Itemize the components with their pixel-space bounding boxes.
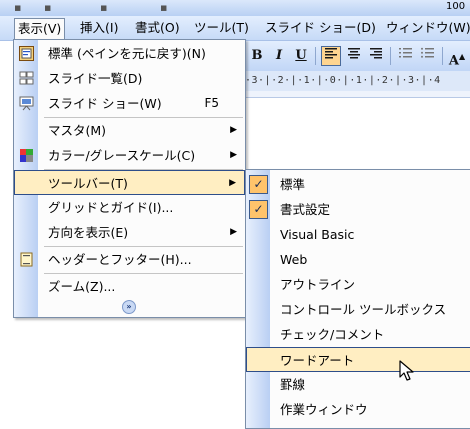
- slide-sorter-icon: [19, 70, 34, 85]
- mouse-pointer-icon: [399, 360, 414, 381]
- increase-font-size-button[interactable]: A▲: [447, 46, 467, 68]
- zoom-box[interactable]: 100: [446, 1, 465, 12]
- submenu-arrow-icon: ▶: [230, 227, 237, 237]
- menu-shortcut: F5: [204, 96, 219, 110]
- menu-item-color-grayscale[interactable]: カラー/グレースケール(C) ▶: [14, 143, 245, 168]
- horizontal-ruler: ·3·|·2·|·1·|·0·|·1·|·2·|·3·|·4: [245, 71, 470, 92]
- menu-tools[interactable]: ツール(T): [190, 19, 253, 37]
- menu-slideshow[interactable]: スライド ショー(D): [261, 19, 380, 37]
- menu-item-master[interactable]: マスタ(M) ▶: [14, 118, 245, 143]
- toolbar-item-control-toolbox[interactable]: コントロール ツールボックス: [246, 297, 470, 322]
- formatting-toolbar: B I U A▲: [245, 41, 470, 71]
- menu-item-header-footer[interactable]: ヘッダーとフッター(H)...: [14, 247, 245, 272]
- menu-item-label: マスタ(M): [48, 123, 107, 138]
- menu-window[interactable]: ウィンドウ(W): [382, 19, 470, 37]
- menu-item-normal[interactable]: 標準 (ペインを元に戻す)(N): [14, 41, 245, 66]
- menu-item-label: ツールバー(T): [48, 176, 128, 191]
- align-right-icon[interactable]: [366, 46, 386, 66]
- toolbar-item-reviewing[interactable]: チェック/コメント: [246, 322, 470, 347]
- menu-item-label: グリッドとガイド(I)...: [48, 200, 174, 215]
- menu-view[interactable]: 表示(V): [14, 18, 66, 40]
- menu-item-label: 作業ウィンドウ: [280, 402, 368, 417]
- checkmark-icon: ✓: [249, 200, 268, 219]
- toolbar-item-outline[interactable]: アウトライン: [246, 272, 470, 297]
- submenu-arrow-icon: ▶: [229, 178, 236, 188]
- toolbars-submenu: ✓ 標準 ✓ 書式設定 Visual Basic Web アウトライン コントロ…: [245, 169, 470, 429]
- checkmark-icon: ✓: [249, 175, 268, 194]
- bold-button[interactable]: B: [247, 46, 267, 66]
- toolbar-item-standard[interactable]: ✓ 標準: [246, 172, 470, 197]
- menu-item-label: カラー/グレースケール(C): [48, 148, 196, 163]
- view-menu: 標準 (ペインを元に戻す)(N) スライド一覧(D) スライド ショー(W) F…: [13, 39, 246, 318]
- expand-menu-chevron-icon[interactable]: »: [122, 300, 136, 314]
- toolbar-item-wordart[interactable]: ワードアート: [246, 347, 470, 372]
- toolbar-icon[interactable]: ▪: [44, 1, 51, 14]
- menu-item-label: Visual Basic: [280, 227, 355, 242]
- menu-item-view-direction[interactable]: 方向を表示(E) ▶: [14, 220, 245, 245]
- standard-toolbar-strip: ▪ ▪ ▪ ▪ 100: [0, 0, 470, 17]
- menu-item-label: 標準 (ペインを元に戻す)(N): [48, 46, 206, 61]
- menu-item-label: 書式設定: [280, 202, 331, 217]
- bullets-icon[interactable]: [418, 46, 438, 66]
- align-left-icon[interactable]: [321, 46, 341, 66]
- menu-item-grid-guides[interactable]: グリッドとガイド(I)...: [14, 195, 245, 220]
- ruler-scale: ·3·|·2·|·1·|·0·|·1·|·2·|·3·|·4: [245, 75, 441, 86]
- menu-item-slide-show[interactable]: スライド ショー(W) F5: [14, 91, 245, 116]
- toolbar-icon[interactable]: ▪: [14, 1, 21, 14]
- menu-item-label: Web: [280, 252, 308, 267]
- toolbar-separator: [390, 47, 391, 65]
- toolbar-icon[interactable]: ▪: [160, 1, 167, 14]
- toolbar-item-formatting[interactable]: ✓ 書式設定: [246, 197, 470, 222]
- ruler-bottom-strip: [245, 91, 470, 98]
- menu-format[interactable]: 書式(O): [131, 19, 184, 37]
- menu-item-label: スライド一覧(D): [48, 71, 143, 86]
- header-footer-icon: [19, 251, 34, 267]
- menu-bar: 表示(V) 挿入(I) 書式(O) ツール(T) スライド ショー(D) ウィン…: [0, 16, 470, 41]
- toolbar-separator: [442, 47, 443, 65]
- toolbar-separator: [315, 47, 316, 65]
- menu-item-zoom[interactable]: ズーム(Z)...: [14, 274, 245, 299]
- toolbar-item-visual-basic[interactable]: Visual Basic: [246, 222, 470, 247]
- toolbar-item-task-pane[interactable]: 作業ウィンドウ: [246, 397, 470, 422]
- toolbar-icon[interactable]: ▪: [100, 1, 107, 14]
- menu-item-label: 方向を表示(E): [48, 225, 129, 240]
- toolbar-item-tables-borders[interactable]: 罫線: [246, 372, 470, 397]
- menu-item-label: 罫線: [280, 377, 306, 392]
- normal-view-icon: [19, 45, 34, 61]
- align-center-icon[interactable]: [344, 46, 364, 66]
- numbering-icon[interactable]: [396, 46, 416, 66]
- menu-item-label: チェック/コメント: [280, 327, 385, 342]
- slide-show-icon: [19, 95, 34, 111]
- menu-item-label: スライド ショー(W): [48, 96, 162, 111]
- submenu-arrow-icon: ▶: [230, 125, 237, 135]
- color-grayscale-icon: [19, 147, 34, 162]
- italic-button[interactable]: I: [269, 46, 289, 66]
- menu-item-label: 標準: [280, 177, 306, 192]
- menu-item-toolbars[interactable]: ツールバー(T) ▶: [14, 170, 245, 195]
- menu-item-label: ズーム(Z)...: [48, 279, 116, 294]
- toolbar-item-web[interactable]: Web: [246, 247, 470, 272]
- submenu-arrow-icon: ▶: [230, 150, 237, 160]
- menu-item-slide-sorter[interactable]: スライド一覧(D): [14, 66, 245, 91]
- menu-item-label: ワードアート: [280, 353, 355, 368]
- menu-item-label: ヘッダーとフッター(H)...: [48, 252, 192, 267]
- menu-item-label: アウトライン: [280, 277, 356, 292]
- menu-insert[interactable]: 挿入(I): [76, 19, 122, 37]
- menu-item-label: コントロール ツールボックス: [280, 302, 447, 317]
- underline-button[interactable]: U: [291, 46, 311, 66]
